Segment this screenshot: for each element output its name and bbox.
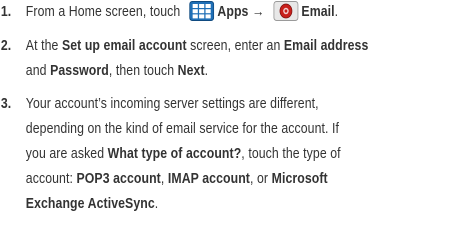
step-text: and <box>25 63 51 79</box>
email-label: Email <box>301 4 335 20</box>
step-number: 1. <box>0 4 12 20</box>
pop3-term: POP3 account <box>76 171 161 187</box>
step-text: Your account’s incoming server settings … <box>25 96 319 112</box>
step-text: . <box>204 63 209 79</box>
step-text: , touch the type of <box>241 146 341 162</box>
step-text: account: <box>25 171 77 187</box>
email-address-term: Email address <box>283 38 369 54</box>
arrow-icon: → <box>251 4 265 20</box>
microsoft-term: Microsoft <box>271 171 328 187</box>
apps-grid-icon <box>189 1 214 21</box>
step-3: 3. Your account’s incoming server settin… <box>0 92 470 217</box>
apps-label: Apps <box>217 4 249 20</box>
step-text: , or <box>250 171 272 187</box>
password-term: Password <box>50 63 109 79</box>
step-text: . <box>334 4 339 20</box>
account-type-question: What type of account? <box>107 146 242 162</box>
step-text: From a Home screen, touch <box>25 4 181 20</box>
step-text: , then touch <box>108 63 178 79</box>
imap-term: IMAP account <box>167 171 251 187</box>
step-number: 3. <box>0 96 12 112</box>
screen-name: Set up email account <box>61 38 187 54</box>
email-app-icon <box>273 1 298 21</box>
step-1: 1. From a Home screen, touch Apps → Emai… <box>0 0 470 25</box>
exchange-term: Exchange ActiveSync <box>25 196 155 212</box>
step-text: . <box>154 196 159 212</box>
step-number: 2. <box>0 38 12 54</box>
step-text: screen, enter an <box>186 38 284 54</box>
next-term: Next <box>177 63 205 79</box>
step-text: At the <box>25 38 62 54</box>
step-text: depending on the kind of email service f… <box>25 121 340 137</box>
step-text: you are asked <box>25 146 108 162</box>
step-2: 2. At the Set up email account screen, e… <box>0 34 470 84</box>
